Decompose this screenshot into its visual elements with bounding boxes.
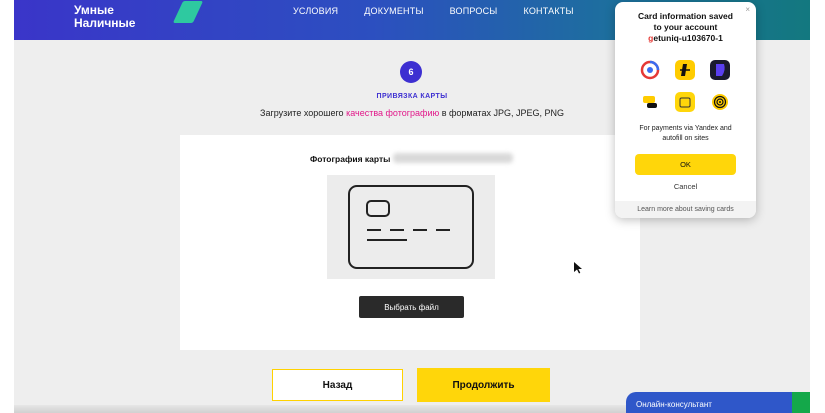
upload-card: Фотография карты Выбрать файл: [180, 135, 640, 350]
yandex-plus-icon: [710, 60, 730, 80]
subtitle-text-start: Загрузите хорошего: [260, 108, 347, 118]
popup-account: getuniq-u103670-1: [615, 33, 756, 44]
card-preview-area[interactable]: [327, 175, 495, 279]
popup-description-line-1: For payments via Yandex and: [639, 125, 732, 132]
service-icons: [640, 60, 732, 112]
ok-button[interactable]: OK: [635, 154, 736, 175]
yandex-eda-icon: [675, 60, 695, 80]
nav-documents[interactable]: ДОКУМЕНТЫ: [364, 6, 423, 16]
logo[interactable]: Умные Наличные: [74, 1, 204, 30]
card-saved-popup: × Card information saved to your account…: [615, 2, 756, 218]
chat-status-indicator: [792, 392, 810, 413]
subtitle-highlight: качества фотографию: [346, 108, 440, 118]
choose-file-button[interactable]: Выбрать файл: [359, 296, 464, 318]
blurred-card-number: [393, 153, 513, 163]
learn-more-link[interactable]: Learn more about saving cards: [615, 201, 756, 218]
popup-description-line-2: autofill on sites: [662, 135, 709, 142]
page: Умные Наличные УСЛОВИЯ ДОКУМЕНТЫ ВОПРОСЫ…: [14, 0, 810, 413]
back-button[interactable]: Назад: [272, 369, 403, 401]
subtitle-text-end: в форматах JPG, JPEG, PNG: [439, 108, 564, 118]
popup-description: For payments via Yandex and autofill on …: [615, 124, 756, 144]
logo-mark-icon: [172, 1, 204, 23]
account-name-rest: etuniq-u103670-1: [653, 33, 723, 43]
yandex-go-icon: [640, 92, 660, 112]
step-number-badge: 6: [400, 61, 422, 83]
card-photo-label: Фотография карты: [310, 154, 391, 164]
mouse-cursor-icon: [574, 262, 582, 274]
popup-title: Card information saved to your account g…: [615, 11, 756, 44]
logo-line-2: Наличные: [74, 16, 136, 30]
popup-title-line-2: to your account: [653, 22, 718, 32]
nav-questions[interactable]: ВОПРОСЫ: [450, 6, 498, 16]
nav-conditions[interactable]: УСЛОВИЯ: [293, 6, 338, 16]
main-nav: УСЛОВИЯ ДОКУМЕНТЫ ВОПРОСЫ КОНТАКТЫ: [293, 6, 600, 16]
continue-button[interactable]: Продолжить: [417, 368, 550, 402]
yandex-music-icon: [710, 92, 730, 112]
yandex-pay-icon: [640, 60, 660, 80]
popup-title-line-1: Card information saved: [638, 11, 733, 21]
cancel-button[interactable]: Cancel: [615, 182, 756, 191]
online-consultant-button[interactable]: Онлайн-консультант: [626, 392, 792, 413]
nav-contacts[interactable]: КОНТАКТЫ: [523, 6, 573, 16]
yandex-market-icon: [675, 92, 695, 112]
bank-card-icon: [348, 185, 474, 269]
